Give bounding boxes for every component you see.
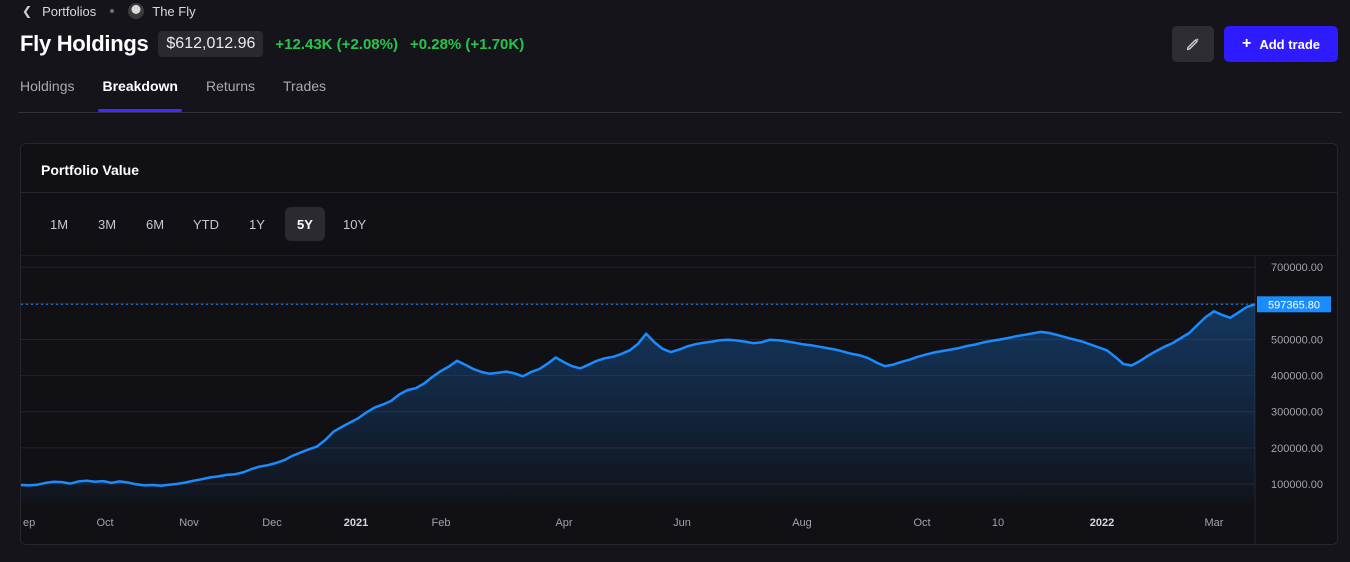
range-3m[interactable]: 3M xyxy=(87,207,127,241)
y-tick-label: 200000.00 xyxy=(1271,443,1323,455)
x-tick-label: Oct xyxy=(96,517,113,529)
card-divider xyxy=(21,192,1337,193)
range-6m[interactable]: 6M xyxy=(135,207,175,241)
tab-holdings[interactable]: Holdings xyxy=(20,78,74,112)
edit-button[interactable] xyxy=(1172,26,1214,62)
breadcrumb-current: The Fly xyxy=(152,3,196,19)
x-tick-label: 2021 xyxy=(344,517,368,529)
x-tick-label: Dec xyxy=(262,517,282,529)
y-tick-label: 500000.00 xyxy=(1271,334,1323,346)
breadcrumb: ❮ Portfolios The Fly xyxy=(22,3,196,19)
y-tick-label: 300000.00 xyxy=(1271,407,1323,419)
breadcrumb-portfolios-link[interactable]: Portfolios xyxy=(42,4,96,19)
y-tick-label: 700000.00 xyxy=(1271,262,1323,274)
range-ytd[interactable]: YTD xyxy=(183,207,229,241)
add-trade-button[interactable]: + Add trade xyxy=(1224,26,1338,62)
portfolio-value: $612,012.96 xyxy=(158,31,264,57)
x-tick-label: Jun xyxy=(673,517,691,529)
x-tick-label: Oct xyxy=(913,517,930,529)
x-tick-label: 2022 xyxy=(1090,517,1114,529)
range-1m[interactable]: 1M xyxy=(39,207,79,241)
x-tick-label: Aug xyxy=(792,517,812,529)
y-tick-label: 100000.00 xyxy=(1271,479,1323,491)
tab-trades[interactable]: Trades xyxy=(283,78,326,112)
range-5y[interactable]: 5Y xyxy=(285,207,325,241)
range-10y[interactable]: 10Y xyxy=(333,207,376,241)
portfolio-value-card: Portfolio Value 1M 3M 6M YTD 1Y 5Y 10Y 1… xyxy=(20,143,1338,545)
tabs-divider xyxy=(18,112,1342,113)
x-tick-label: Apr xyxy=(555,517,572,529)
x-tick-label: ep xyxy=(23,517,35,529)
x-tick-label: Mar xyxy=(1205,517,1224,529)
series-area xyxy=(21,304,1255,502)
x-tick-label: Nov xyxy=(179,517,199,529)
tab-bar: Holdings Breakdown Returns Trades xyxy=(20,78,326,112)
breadcrumb-separator xyxy=(110,9,115,13)
x-tick-label: Feb xyxy=(432,517,451,529)
card-title: Portfolio Value xyxy=(41,162,140,178)
tab-returns[interactable]: Returns xyxy=(206,78,255,112)
avatar xyxy=(128,3,145,19)
pencil-icon xyxy=(1186,38,1199,51)
x-tick-label: 10 xyxy=(992,517,1004,529)
range-selector: 1M 3M 6M YTD 1Y 5Y 10Y xyxy=(39,207,376,241)
current-value-label: 597365.80 xyxy=(1268,299,1320,311)
page-title: Fly Holdings xyxy=(20,31,149,56)
range-1y[interactable]: 1Y xyxy=(237,207,277,241)
secondary-change: +0.28% (+1.70K) xyxy=(409,35,525,53)
add-trade-label: Add trade xyxy=(1259,36,1320,52)
plus-icon: + xyxy=(1241,35,1252,52)
header: Fly Holdings $612,012.96 +12.43K (+2.08%… xyxy=(20,30,524,58)
tab-breakdown[interactable]: Breakdown xyxy=(98,78,183,112)
portfolio-value-chart[interactable]: 100000.00 200000.00 300000.00 400000.00 5000… xyxy=(21,256,1337,544)
chevron-left-icon[interactable]: ❮ xyxy=(22,4,32,18)
y-tick-label: 400000.00 xyxy=(1271,371,1323,383)
day-change: +12.43K (+2.08%) xyxy=(275,35,398,53)
